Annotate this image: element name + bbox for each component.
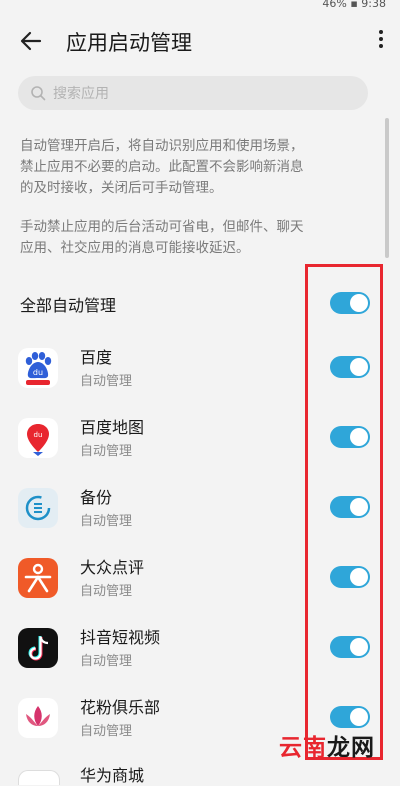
app-status: 自动管理 xyxy=(80,724,133,739)
app-name[interactable]: 华为商城 xyxy=(80,762,144,786)
app-name: 备份 xyxy=(80,488,113,507)
description-line: 应用、社交应用的消息可能接收延迟。 xyxy=(20,240,250,256)
search-input[interactable]: 搜索应用 xyxy=(18,76,368,110)
backup-icon xyxy=(18,488,58,528)
app-name: 百度地图 xyxy=(80,418,145,437)
douyin-icon xyxy=(18,628,58,668)
status-bar: 46% ▪ 9:38 xyxy=(0,0,400,10)
svg-text:du: du xyxy=(34,431,43,439)
baidu-icon: du xyxy=(18,348,58,388)
lotus-icon xyxy=(18,698,58,738)
app-name: 百度 xyxy=(80,348,113,367)
app-name: 大众点评 xyxy=(80,558,145,577)
app-name: 抖音短视频 xyxy=(80,628,161,647)
app-status: 自动管理 xyxy=(80,374,133,389)
description-auto: 自动管理开启后，将自动识别应用和使用场景， 禁止应用不必要的启动。此配置不会影响… xyxy=(20,136,370,199)
app-name: 花粉俱乐部 xyxy=(80,698,161,717)
app-status: 自动管理 xyxy=(80,514,133,529)
watermark-text: 云南 xyxy=(279,735,327,761)
svg-text:du: du xyxy=(33,368,43,377)
search-icon xyxy=(31,86,46,101)
app-status: 自动管理 xyxy=(80,654,133,669)
description-line: 自动管理开启后，将自动识别应用和使用场景， xyxy=(20,138,304,154)
dianping-icon xyxy=(18,558,58,598)
description-line: 禁止应用不必要的启动。此配置不会影响新消息 xyxy=(20,159,304,175)
app-bar: 应用启动管理 xyxy=(0,18,400,64)
app-status: 自动管理 xyxy=(80,444,133,459)
description-line: 手动禁止应用的后台活动可省电，但邮件、聊天 xyxy=(20,219,304,235)
scrollbar[interactable] xyxy=(385,118,389,258)
more-options-icon[interactable] xyxy=(376,27,386,55)
back-arrow-icon xyxy=(20,31,42,51)
description-line: 的及时接收，关闭后可手动管理。 xyxy=(20,180,223,196)
app-status: 自动管理 xyxy=(80,584,133,599)
search-placeholder: 搜索应用 xyxy=(53,86,109,102)
watermark-text: 龙网 xyxy=(327,735,375,761)
all-auto-label: 全部自动管理 xyxy=(20,296,117,315)
back-button[interactable] xyxy=(16,25,48,57)
baidu-map-icon: du xyxy=(18,418,58,458)
highlight-box xyxy=(305,264,383,760)
description-manual: 手动禁止应用的后台活动可省电，但邮件、聊天 应用、社交应用的消息可能接收延迟。 xyxy=(20,217,370,259)
page-title: 应用启动管理 xyxy=(66,31,192,55)
watermark: 云南龙网 xyxy=(279,728,375,762)
status-text: 46% ▪ 9:38 xyxy=(322,0,386,10)
